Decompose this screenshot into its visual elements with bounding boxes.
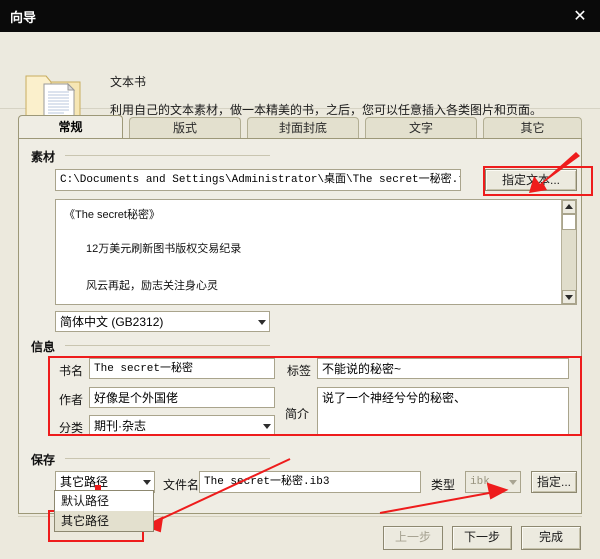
tab-layout[interactable]: 版式: [129, 117, 241, 138]
summary-label: 简介: [285, 407, 310, 421]
preview-line-2: 12万美元刷新图书版权交易纪录: [86, 243, 242, 255]
type-label: 类型: [431, 478, 456, 492]
finish-button[interactable]: 完成: [521, 526, 581, 550]
window-title: 向导: [10, 10, 37, 25]
filename-input[interactable]: The secret一秘密.ib3: [199, 471, 421, 493]
info-group-label: 信息: [31, 340, 56, 354]
scroll-down-icon[interactable]: [562, 290, 576, 304]
preview-scrollbar[interactable]: [561, 200, 576, 304]
title-bar: 向导 ✕: [0, 0, 600, 32]
dropdown-option-default[interactable]: 默认路径: [55, 491, 153, 511]
prev-step-button[interactable]: 上一步: [383, 526, 443, 550]
author-input[interactable]: 好像是个外国佬: [89, 387, 275, 408]
category-select[interactable]: 期刊·杂志: [89, 415, 275, 436]
save-path-mode-dropdown[interactable]: 默认路径 其它路径: [54, 490, 154, 532]
header-title: 文本书: [110, 75, 147, 89]
browse-text-button[interactable]: 指定文本...: [485, 169, 577, 191]
preview-line-3: 风云再起，励志关注身心灵: [86, 280, 218, 292]
info-group-rule: [65, 345, 270, 346]
chevron-down-icon: [258, 319, 266, 325]
book-name-label: 书名: [59, 364, 84, 378]
type-select[interactable]: ibk: [465, 471, 521, 493]
dropdown-option-other[interactable]: 其它路径: [55, 511, 153, 531]
text-preview-box[interactable]: 《The secret秘密》 12万美元刷新图书版权交易纪录 风云再起，励志关注…: [55, 199, 577, 305]
type-value: ibk: [470, 476, 490, 488]
scroll-up-icon[interactable]: [562, 200, 576, 214]
save-group-label: 保存: [31, 453, 56, 467]
header-description: 利用自己的文本素材，做一本精美的书，之后，您可以任意插入各类图片和页面。: [110, 103, 543, 117]
scrollbar-thumb[interactable]: [562, 214, 576, 230]
next-step-button[interactable]: 下一步: [452, 526, 512, 550]
tab-other[interactable]: 其它: [483, 117, 582, 138]
save-group-rule: [65, 458, 270, 459]
author-label: 作者: [59, 393, 84, 407]
encoding-select[interactable]: 简体中文 (GB2312): [55, 311, 270, 332]
book-name-input[interactable]: The secret一秘密: [89, 358, 275, 379]
summary-textarea[interactable]: 说了一个神经兮兮的秘密、: [317, 387, 569, 436]
specify-save-button[interactable]: 指定...: [531, 471, 577, 493]
tag-input[interactable]: 不能说的秘密~: [317, 358, 569, 379]
chevron-down-icon: [263, 423, 271, 429]
header-banner: 文本书 利用自己的文本素材，做一本精美的书，之后，您可以任意插入各类图片和页面。: [0, 32, 600, 126]
tab-text[interactable]: 文字: [365, 117, 477, 138]
category-value: 期刊·杂志: [94, 419, 146, 433]
wizard-window: 向导 ✕ 文本书 利用自己的文本素材，做一本精美的书，之后，您可以任意插入各类图…: [0, 0, 600, 559]
tab-general[interactable]: 常规: [18, 115, 123, 138]
tab-strip: 常规 版式 封面封底 文字 其它: [18, 115, 582, 139]
material-group-label: 素材: [31, 150, 56, 164]
tag-label: 标签: [287, 364, 312, 378]
source-path-input[interactable]: C:\Documents and Settings\Administrator\…: [55, 169, 461, 191]
save-path-mode-value: 其它路径: [60, 475, 109, 489]
tab-cover[interactable]: 封面封底: [247, 117, 359, 138]
chevron-down-icon: [143, 480, 151, 485]
filename-label: 文件名: [163, 478, 200, 492]
preview-line-1: 《The secret秘密》: [64, 209, 160, 221]
chevron-down-icon: [509, 480, 517, 485]
category-label: 分类: [59, 421, 84, 435]
material-group-rule: [65, 155, 270, 156]
close-icon[interactable]: ✕: [569, 5, 591, 27]
general-tab-panel: 素材 C:\Documents and Settings\Administrat…: [18, 138, 582, 514]
encoding-value: 简体中文 (GB2312): [60, 315, 164, 329]
